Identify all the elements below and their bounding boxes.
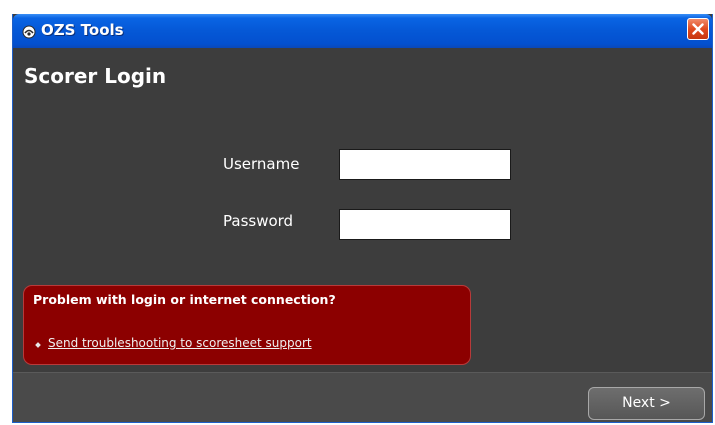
- page-title: Scorer Login: [24, 64, 167, 88]
- title-bar[interactable]: OZS Tools: [13, 14, 712, 48]
- username-label: Username: [223, 155, 300, 173]
- close-button[interactable]: [687, 18, 709, 40]
- app-window: OZS Tools Scorer Login Username Password…: [12, 14, 713, 423]
- footer-bar: Next >: [13, 372, 712, 422]
- troubleshooting-title: Problem with login or internet connectio…: [33, 292, 336, 307]
- send-troubleshooting-link[interactable]: Send troubleshooting to scoresheet suppo…: [48, 336, 312, 350]
- next-button[interactable]: Next >: [588, 387, 705, 420]
- app-logo-icon: [22, 24, 36, 39]
- username-input[interactable]: [339, 149, 511, 180]
- bullet-icon: [35, 342, 41, 348]
- troubleshooting-panel: Problem with login or internet connectio…: [23, 285, 471, 365]
- password-label: Password: [223, 212, 294, 230]
- close-icon: [692, 23, 704, 35]
- window-title: OZS Tools: [41, 21, 124, 39]
- password-input[interactable]: [339, 209, 511, 240]
